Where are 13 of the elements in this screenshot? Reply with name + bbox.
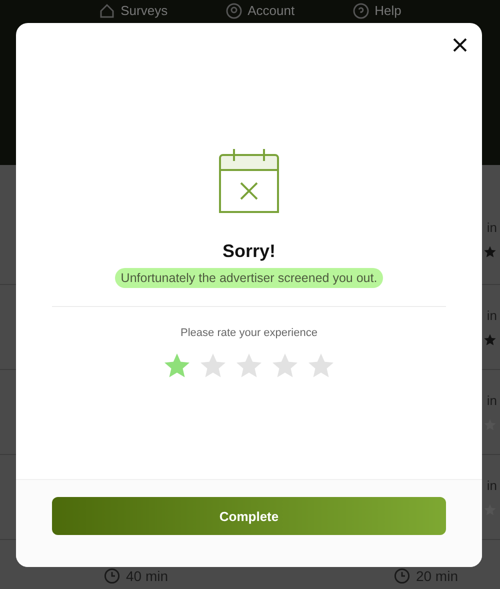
clock-icon xyxy=(104,568,120,584)
complete-button[interactable]: Complete xyxy=(52,497,446,535)
home-icon xyxy=(98,3,115,19)
nav-link[interactable]: Surveys xyxy=(120,3,168,19)
help-icon xyxy=(352,3,369,19)
nav-link[interactable]: Account xyxy=(248,3,295,19)
rating-prompt: Please rate your experience xyxy=(180,327,318,339)
clock-icon xyxy=(394,568,410,584)
user-icon xyxy=(226,3,242,19)
nav-link[interactable]: Help xyxy=(374,3,402,19)
dialog-message: Unfortunately the advertiser screened you out. xyxy=(114,268,384,288)
calendar-icon xyxy=(219,149,279,213)
dialog-title: Sorry! xyxy=(222,241,276,262)
